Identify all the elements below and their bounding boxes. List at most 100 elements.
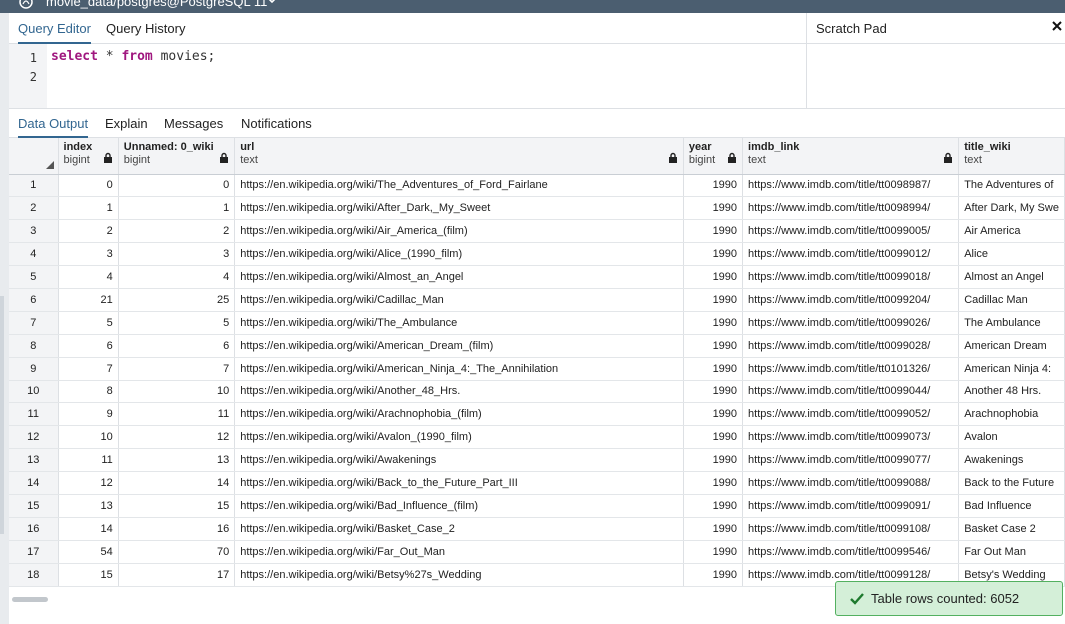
cell-index[interactable]: 3 [58, 242, 119, 267]
cell-unnamed[interactable]: 70 [118, 540, 236, 564]
table-row[interactable]: 9 7 7 https://en.wikipedia.org/wiki/America… [9, 357, 1065, 381]
cell-url[interactable]: https://en.wikipedia.org/wiki/Avalon_(19… [234, 425, 684, 450]
table-row[interactable]: 13 11 13 https://en.wikipedia.org/wiki/Awak… [9, 448, 1065, 473]
cell-unnamed[interactable]: 2 [118, 219, 236, 244]
column-header-imdb-link[interactable]: imdb_link text [742, 138, 960, 175]
cell-title-wiki[interactable]: After Dark, My Swe [958, 196, 1065, 221]
cell-index[interactable]: 7 [58, 357, 119, 381]
cell-unnamed[interactable]: 10 [118, 380, 236, 404]
cell-year[interactable]: 1990 [683, 174, 744, 198]
cell-url[interactable]: https://en.wikipedia.org/wiki/Basket_Cas… [234, 517, 684, 541]
row-number[interactable]: 13 [9, 448, 59, 473]
cell-imdb-link[interactable]: https://www.imdb.com/title/tt0099204/ [742, 288, 960, 312]
cell-year[interactable]: 1990 [683, 563, 744, 587]
cell-imdb-link[interactable]: https://www.imdb.com/title/tt0101326/ [742, 357, 960, 381]
cell-year[interactable]: 1990 [683, 402, 744, 427]
cell-url[interactable]: https://en.wikipedia.org/wiki/Almost_an_… [234, 265, 684, 289]
cell-url[interactable]: https://en.wikipedia.org/wiki/Bad_Influe… [234, 494, 684, 518]
column-header-url[interactable]: url text [234, 138, 684, 175]
cell-unnamed[interactable]: 16 [118, 517, 236, 541]
cell-year[interactable]: 1990 [683, 380, 744, 404]
cell-index[interactable]: 12 [58, 471, 119, 495]
table-row[interactable]: 2 1 1 https://en.wikipedia.org/wiki/After_D… [9, 196, 1065, 221]
cell-index[interactable]: 6 [58, 334, 119, 358]
cell-title-wiki[interactable]: Arachnophobia [958, 402, 1065, 427]
cell-imdb-link[interactable]: https://www.imdb.com/title/tt0099546/ [742, 540, 960, 564]
tab-data-output[interactable]: Data Output [18, 109, 89, 138]
row-number[interactable]: 17 [9, 540, 59, 564]
table-row[interactable]: 3 2 2 https://en.wikipedia.org/wiki/Air_Ame… [9, 219, 1065, 244]
tab-explain[interactable]: Explain [105, 109, 148, 138]
column-header-unnamed[interactable]: Unnamed: 0_wiki bigint [118, 138, 236, 175]
cell-imdb-link[interactable]: https://www.imdb.com/title/tt0099012/ [742, 242, 960, 267]
cell-url[interactable]: https://en.wikipedia.org/wiki/American_N… [234, 357, 684, 381]
cell-imdb-link[interactable]: https://www.imdb.com/title/tt0099108/ [742, 517, 960, 541]
cell-imdb-link[interactable]: https://www.imdb.com/title/tt0099073/ [742, 425, 960, 450]
cell-year[interactable]: 1990 [683, 517, 744, 541]
row-number[interactable]: 16 [9, 517, 59, 541]
row-number[interactable]: 5 [9, 265, 59, 289]
cell-imdb-link[interactable]: https://www.imdb.com/title/tt0098994/ [742, 196, 960, 221]
table-row[interactable]: 4 3 3 https://en.wikipedia.org/wiki/Alice_(… [9, 242, 1065, 267]
cell-url[interactable]: https://en.wikipedia.org/wiki/American_D… [234, 334, 684, 358]
cell-year[interactable]: 1990 [683, 448, 744, 473]
table-row[interactable]: 7 5 5 https://en.wikipedia.org/wiki/The_Amb… [9, 311, 1065, 335]
left-scroll-indicator[interactable] [0, 296, 4, 534]
cell-unnamed[interactable]: 6 [118, 334, 236, 358]
cell-title-wiki[interactable]: The Adventures of [958, 174, 1065, 198]
cell-url[interactable]: https://en.wikipedia.org/wiki/Far_Out_Ma… [234, 540, 684, 564]
cell-year[interactable]: 1990 [683, 288, 744, 312]
cell-unnamed[interactable]: 4 [118, 265, 236, 289]
tab-query-history[interactable]: Query History [106, 13, 185, 44]
cell-url[interactable]: https://en.wikipedia.org/wiki/Betsy%27s_… [234, 563, 684, 587]
row-number[interactable]: 6 [9, 288, 59, 312]
cell-year[interactable]: 1990 [683, 471, 744, 495]
table-row[interactable]: 14 12 14 https://en.wikipedia.org/wiki/Back… [9, 471, 1065, 495]
cell-title-wiki[interactable]: Awakenings [958, 448, 1065, 473]
cell-year[interactable]: 1990 [683, 357, 744, 381]
close-icon[interactable] [1051, 20, 1063, 32]
cell-year[interactable]: 1990 [683, 196, 744, 221]
table-row[interactable]: 16 14 16 https://en.wikipedia.org/wiki/Bask… [9, 517, 1065, 541]
cell-title-wiki[interactable]: American Ninja 4: [958, 357, 1065, 381]
cell-year[interactable]: 1990 [683, 219, 744, 244]
scrollbar-thumb[interactable] [12, 597, 48, 602]
cell-title-wiki[interactable]: Far Out Man [958, 540, 1065, 564]
cell-url[interactable]: https://en.wikipedia.org/wiki/Arachnopho… [234, 402, 684, 427]
column-header-title-wiki[interactable]: title_wiki text [958, 138, 1065, 175]
table-row[interactable]: 8 6 6 https://en.wikipedia.org/wiki/America… [9, 334, 1065, 358]
cell-title-wiki[interactable]: Almost an Angel [958, 265, 1065, 289]
cell-imdb-link[interactable]: https://www.imdb.com/title/tt0099028/ [742, 334, 960, 358]
row-number[interactable]: 14 [9, 471, 59, 495]
cell-imdb-link[interactable]: https://www.imdb.com/title/tt0099018/ [742, 265, 960, 289]
table-row[interactable]: 11 9 11 https://en.wikipedia.org/wiki/Arach… [9, 402, 1065, 427]
cell-unnamed[interactable]: 13 [118, 448, 236, 473]
row-number[interactable]: 18 [9, 563, 59, 587]
cell-year[interactable]: 1990 [683, 265, 744, 289]
cell-title-wiki[interactable]: Cadillac Man [958, 288, 1065, 312]
row-number[interactable]: 11 [9, 402, 59, 427]
sql-code-line[interactable]: select * from movies; [51, 49, 215, 64]
cell-unnamed[interactable]: 1 [118, 196, 236, 221]
cell-index[interactable]: 9 [58, 402, 119, 427]
row-number[interactable]: 12 [9, 425, 59, 450]
cell-title-wiki[interactable]: Basket Case 2 [958, 517, 1065, 541]
cell-title-wiki[interactable]: The Ambulance [958, 311, 1065, 335]
cell-url[interactable]: https://en.wikipedia.org/wiki/Back_to_th… [234, 471, 684, 495]
cell-url[interactable]: https://en.wikipedia.org/wiki/After_Dark… [234, 196, 684, 221]
cell-index[interactable]: 4 [58, 265, 119, 289]
cell-imdb-link[interactable]: https://www.imdb.com/title/tt0099044/ [742, 380, 960, 404]
cell-index[interactable]: 10 [58, 425, 119, 450]
cell-unnamed[interactable]: 25 [118, 288, 236, 312]
cell-url[interactable]: https://en.wikipedia.org/wiki/Another_48… [234, 380, 684, 404]
cell-index[interactable]: 2 [58, 219, 119, 244]
cell-url[interactable]: https://en.wikipedia.org/wiki/Alice_(199… [234, 242, 684, 267]
chevron-down-icon[interactable] [267, 0, 277, 5]
cell-year[interactable]: 1990 [683, 425, 744, 450]
table-row[interactable]: 1 0 0 https://en.wikipedia.org/wiki/The_Adv… [9, 174, 1065, 198]
tab-query-editor[interactable]: Query Editor [18, 13, 91, 44]
cell-title-wiki[interactable]: Another 48 Hrs. [958, 380, 1065, 404]
cell-imdb-link[interactable]: https://www.imdb.com/title/tt0099005/ [742, 219, 960, 244]
cell-index[interactable]: 5 [58, 311, 119, 335]
row-number[interactable]: 9 [9, 357, 59, 381]
